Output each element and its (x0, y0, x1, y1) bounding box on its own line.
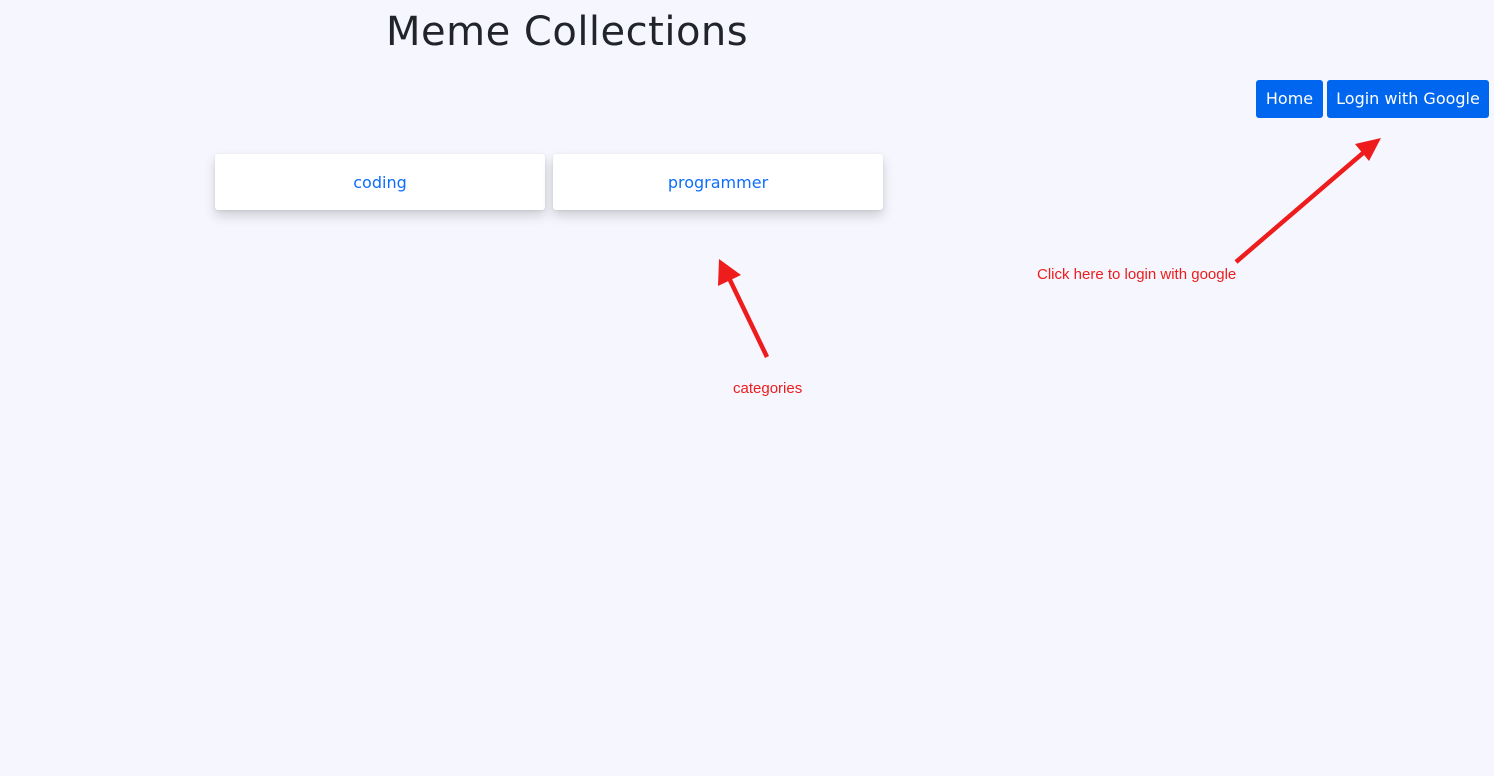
category-label: coding (353, 172, 407, 192)
login-annotation: Click here to login with google (1037, 266, 1237, 283)
login-arrow-icon (1234, 138, 1381, 264)
login-with-google-button[interactable]: Login with Google (1327, 80, 1489, 118)
category-card-coding[interactable]: coding (215, 154, 545, 210)
category-list: coding programmer (215, 154, 883, 210)
home-button[interactable]: Home (1256, 80, 1323, 118)
categories-annotation: categories (733, 380, 803, 397)
categories-arrow-icon (718, 259, 770, 358)
page-title: Meme Collections (386, 9, 749, 55)
category-label: programmer (667, 172, 769, 192)
top-nav: Home Login with Google (1256, 80, 1489, 118)
category-card-programmer[interactable]: programmer (553, 154, 883, 210)
